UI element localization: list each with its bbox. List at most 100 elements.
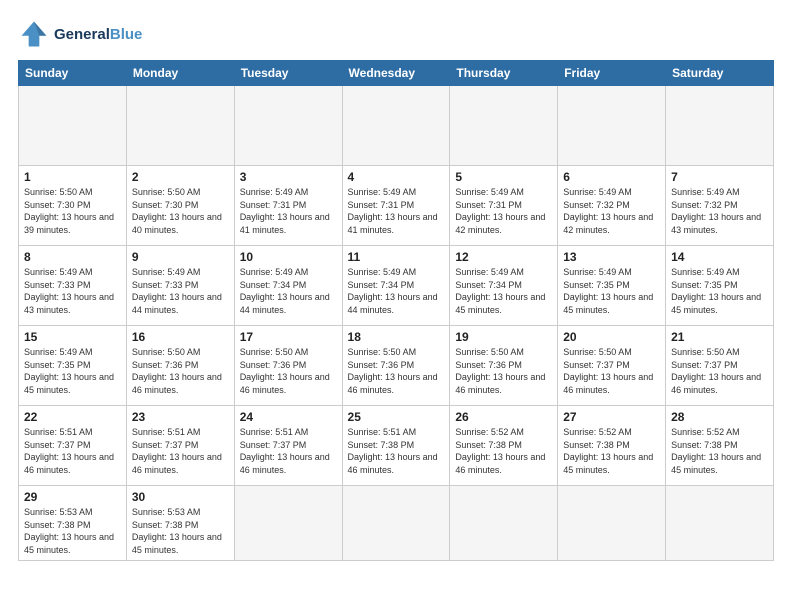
day-number: 11: [348, 250, 445, 264]
day-info: Sunrise: 5:49 AMSunset: 7:35 PMDaylight:…: [563, 266, 660, 316]
day-info: Sunrise: 5:49 AMSunset: 7:31 PMDaylight:…: [348, 186, 445, 236]
day-info: Sunrise: 5:51 AMSunset: 7:37 PMDaylight:…: [132, 426, 229, 476]
logo: GeneralBlue: [18, 18, 142, 50]
day-number: 27: [563, 410, 660, 424]
calendar-cell: 4Sunrise: 5:49 AMSunset: 7:31 PMDaylight…: [342, 166, 450, 246]
day-info: Sunrise: 5:50 AMSunset: 7:36 PMDaylight:…: [455, 346, 552, 396]
day-info: Sunrise: 5:49 AMSunset: 7:33 PMDaylight:…: [132, 266, 229, 316]
calendar-cell: 6 Sunrise: 5:49 AMSunset: 7:32 PMDaylight…: [558, 166, 666, 246]
calendar-cell: [234, 86, 342, 166]
calendar-cell: 25 Sunrise: 5:51 AMSunset: 7:38 PMDayligh…: [342, 406, 450, 486]
logo-icon: [18, 18, 50, 50]
calendar-cell: 23 Sunrise: 5:51 AMSunset: 7:37 PMDayligh…: [126, 406, 234, 486]
week-row: 22 Sunrise: 5:51 AMSunset: 7:37 PMDayligh…: [19, 406, 774, 486]
day-info: Sunrise: 5:50 AMSunset: 7:30 PMDaylight:…: [132, 186, 229, 236]
calendar-cell: [450, 86, 558, 166]
day-info: Sunrise: 5:49 AMSunset: 7:32 PMDaylight:…: [563, 186, 660, 236]
day-info: Sunrise: 5:49 AMSunset: 7:33 PMDaylight:…: [24, 266, 121, 316]
day-info: Sunrise: 5:53 AMSunset: 7:38 PMDaylight:…: [24, 506, 121, 556]
day-number: 8: [24, 250, 121, 264]
day-info: Sunrise: 5:52 AMSunset: 7:38 PMDaylight:…: [671, 426, 768, 476]
calendar-cell: 9Sunrise: 5:49 AMSunset: 7:33 PMDaylight…: [126, 246, 234, 326]
calendar-cell: 20Sunrise: 5:50 AMSunset: 7:37 PMDayligh…: [558, 326, 666, 406]
day-number: 17: [240, 330, 337, 344]
day-info: Sunrise: 5:49 AMSunset: 7:35 PMDaylight:…: [24, 346, 121, 396]
calendar-cell: 13 Sunrise: 5:49 AMSunset: 7:35 PMDayligh…: [558, 246, 666, 326]
day-number: 22: [24, 410, 121, 424]
week-row: 8 Sunrise: 5:49 AMSunset: 7:33 PMDaylight…: [19, 246, 774, 326]
calendar-cell: 16 Sunrise: 5:50 AMSunset: 7:36 PMDayligh…: [126, 326, 234, 406]
calendar-cell: 5 Sunrise: 5:49 AMSunset: 7:31 PMDaylight…: [450, 166, 558, 246]
day-number: 1: [24, 170, 121, 184]
day-info: Sunrise: 5:49 AMSunset: 7:35 PMDaylight:…: [671, 266, 768, 316]
weekday-header: Monday: [126, 61, 234, 86]
calendar-cell: 30 Sunrise: 5:53 AMSunset: 7:38 PMDayligh…: [126, 486, 234, 561]
weekday-header: Sunday: [19, 61, 127, 86]
calendar-cell: 3Sunrise: 5:49 AMSunset: 7:31 PMDaylight…: [234, 166, 342, 246]
day-number: 21: [671, 330, 768, 344]
calendar-cell: [558, 486, 666, 561]
day-info: Sunrise: 5:51 AMSunset: 7:38 PMDaylight:…: [348, 426, 445, 476]
day-info: Sunrise: 5:52 AMSunset: 7:38 PMDaylight:…: [455, 426, 552, 476]
day-info: Sunrise: 5:50 AMSunset: 7:37 PMDaylight:…: [671, 346, 768, 396]
calendar-cell: 14 Sunrise: 5:49 AMSunset: 7:35 PMDayligh…: [666, 246, 774, 326]
day-info: Sunrise: 5:49 AMSunset: 7:34 PMDaylight:…: [455, 266, 552, 316]
day-info: Sunrise: 5:50 AMSunset: 7:37 PMDaylight:…: [563, 346, 660, 396]
week-row: [19, 86, 774, 166]
logo-text: GeneralBlue: [54, 26, 142, 43]
day-number: 26: [455, 410, 552, 424]
calendar-cell: 21 Sunrise: 5:50 AMSunset: 7:37 PMDayligh…: [666, 326, 774, 406]
day-number: 14: [671, 250, 768, 264]
calendar-cell: 15Sunrise: 5:49 AMSunset: 7:35 PMDayligh…: [19, 326, 127, 406]
weekday-header: Tuesday: [234, 61, 342, 86]
calendar-cell: 28 Sunrise: 5:52 AMSunset: 7:38 PMDayligh…: [666, 406, 774, 486]
day-number: 5: [455, 170, 552, 184]
weekday-header: Thursday: [450, 61, 558, 86]
day-info: Sunrise: 5:51 AMSunset: 7:37 PMDaylight:…: [240, 426, 337, 476]
calendar-cell: [666, 86, 774, 166]
calendar-cell: 12Sunrise: 5:49 AMSunset: 7:34 PMDayligh…: [450, 246, 558, 326]
day-info: Sunrise: 5:49 AMSunset: 7:32 PMDaylight:…: [671, 186, 768, 236]
day-number: 16: [132, 330, 229, 344]
calendar-cell: 19Sunrise: 5:50 AMSunset: 7:36 PMDayligh…: [450, 326, 558, 406]
day-info: Sunrise: 5:49 AMSunset: 7:34 PMDaylight:…: [348, 266, 445, 316]
calendar-cell: 17 Sunrise: 5:50 AMSunset: 7:36 PMDayligh…: [234, 326, 342, 406]
day-number: 23: [132, 410, 229, 424]
week-row: 15Sunrise: 5:49 AMSunset: 7:35 PMDayligh…: [19, 326, 774, 406]
day-info: Sunrise: 5:50 AMSunset: 7:30 PMDaylight:…: [24, 186, 121, 236]
day-info: Sunrise: 5:52 AMSunset: 7:38 PMDaylight:…: [563, 426, 660, 476]
day-info: Sunrise: 5:49 AMSunset: 7:34 PMDaylight:…: [240, 266, 337, 316]
day-info: Sunrise: 5:51 AMSunset: 7:37 PMDaylight:…: [24, 426, 121, 476]
day-info: Sunrise: 5:50 AMSunset: 7:36 PMDaylight:…: [348, 346, 445, 396]
day-number: 29: [24, 490, 121, 504]
weekday-header-row: SundayMondayTuesdayWednesdayThursdayFrid…: [19, 61, 774, 86]
calendar-cell: 22 Sunrise: 5:51 AMSunset: 7:37 PMDayligh…: [19, 406, 127, 486]
day-number: 30: [132, 490, 229, 504]
day-number: 13: [563, 250, 660, 264]
calendar-cell: 27 Sunrise: 5:52 AMSunset: 7:38 PMDayligh…: [558, 406, 666, 486]
calendar-cell: [558, 86, 666, 166]
day-info: Sunrise: 5:50 AMSunset: 7:36 PMDaylight:…: [132, 346, 229, 396]
day-info: Sunrise: 5:53 AMSunset: 7:38 PMDaylight:…: [132, 506, 229, 556]
weekday-header: Wednesday: [342, 61, 450, 86]
header: GeneralBlue: [18, 18, 774, 50]
weekday-header: Friday: [558, 61, 666, 86]
calendar-cell: [666, 486, 774, 561]
day-info: Sunrise: 5:49 AMSunset: 7:31 PMDaylight:…: [240, 186, 337, 236]
day-info: Sunrise: 5:50 AMSunset: 7:36 PMDaylight:…: [240, 346, 337, 396]
calendar-table: SundayMondayTuesdayWednesdayThursdayFrid…: [18, 60, 774, 561]
calendar-cell: 2 Sunrise: 5:50 AMSunset: 7:30 PMDaylight…: [126, 166, 234, 246]
week-row: 29 Sunrise: 5:53 AMSunset: 7:38 PMDayligh…: [19, 486, 774, 561]
day-info: Sunrise: 5:49 AMSunset: 7:31 PMDaylight:…: [455, 186, 552, 236]
day-number: 25: [348, 410, 445, 424]
day-number: 28: [671, 410, 768, 424]
calendar-cell: 8 Sunrise: 5:49 AMSunset: 7:33 PMDaylight…: [19, 246, 127, 326]
calendar-cell: 10Sunrise: 5:49 AMSunset: 7:34 PMDayligh…: [234, 246, 342, 326]
calendar-cell: 24Sunrise: 5:51 AMSunset: 7:37 PMDayligh…: [234, 406, 342, 486]
calendar-cell: [342, 486, 450, 561]
day-number: 2: [132, 170, 229, 184]
calendar-cell: 29 Sunrise: 5:53 AMSunset: 7:38 PMDayligh…: [19, 486, 127, 561]
day-number: 6: [563, 170, 660, 184]
page: GeneralBlue SundayMondayTuesdayWednesday…: [0, 0, 792, 612]
calendar-cell: [342, 86, 450, 166]
